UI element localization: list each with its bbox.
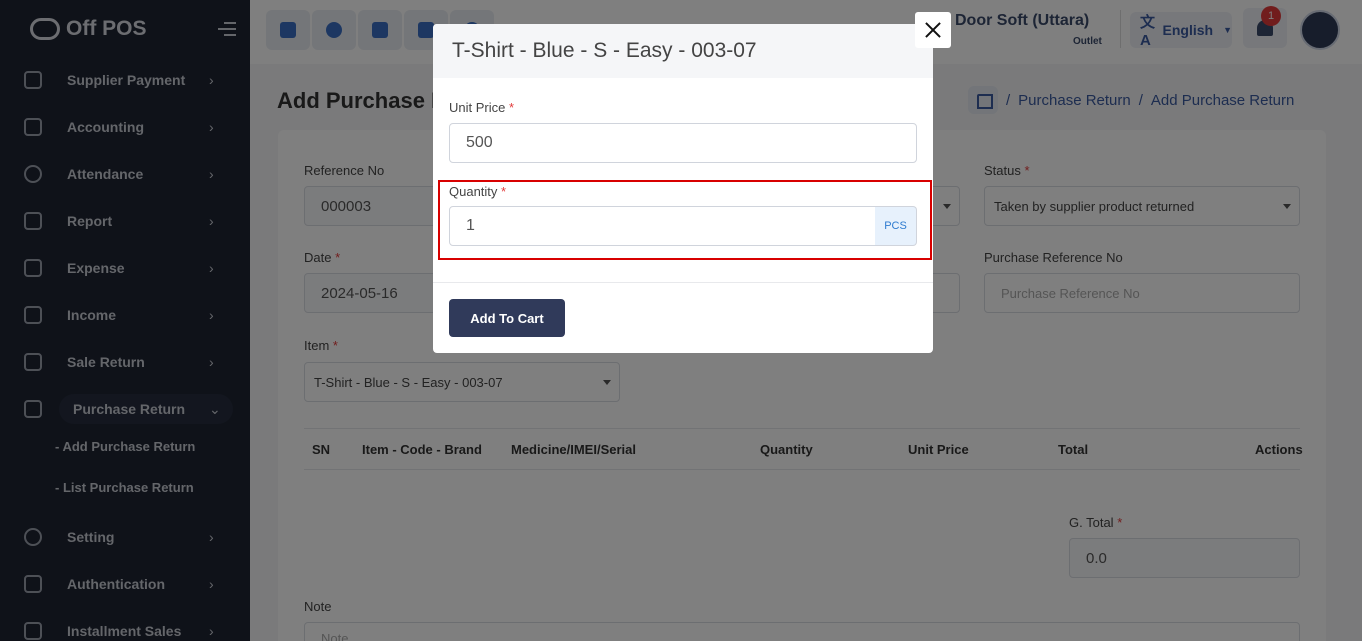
modal-footer-divider bbox=[433, 282, 933, 283]
unit-price-label: Unit Price * bbox=[449, 100, 515, 115]
add-to-cart-button[interactable]: Add To Cart bbox=[449, 299, 565, 337]
unit-addon: PCS bbox=[875, 206, 917, 246]
modal-title: T-Shirt - Blue - S - Easy - 003-07 bbox=[452, 39, 757, 62]
quantity-input[interactable]: 1 bbox=[449, 206, 876, 246]
modal-header: T-Shirt - Blue - S - Easy - 003-07 bbox=[433, 24, 933, 78]
close-icon[interactable] bbox=[915, 12, 951, 48]
unit-price-input[interactable]: 500 bbox=[449, 123, 917, 163]
quantity-label: Quantity * bbox=[449, 184, 507, 199]
